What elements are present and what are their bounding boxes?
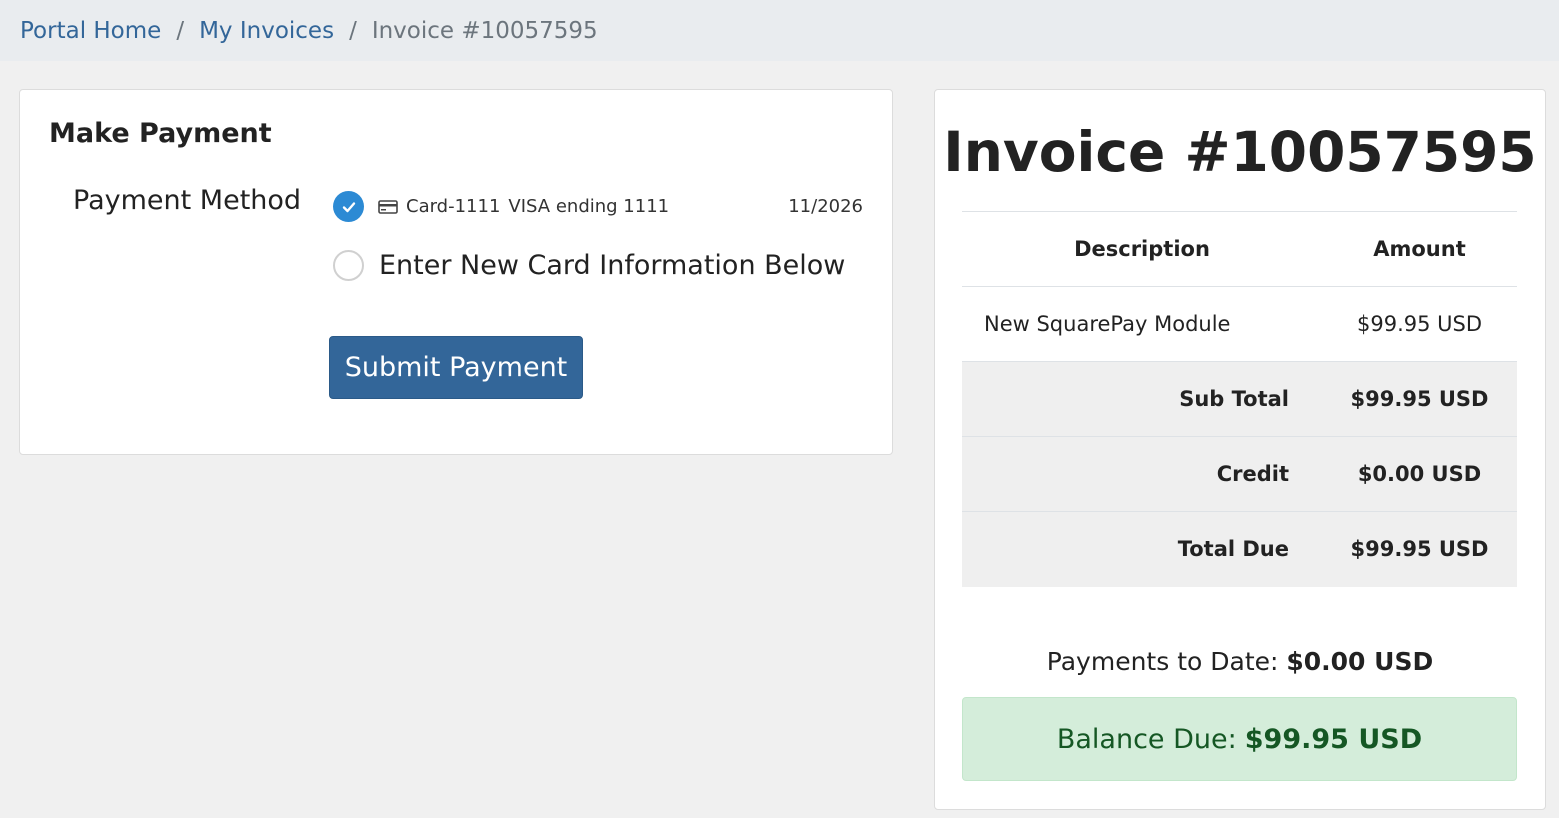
total-due-label: Total Due: [962, 511, 1322, 587]
saved-card-option[interactable]: Card-1111 VISA ending 1111 11/2026: [333, 191, 863, 222]
saved-card-expiry: 11/2026: [788, 196, 863, 217]
breadcrumb-separator: /: [349, 17, 357, 44]
new-card-label: Enter New Card Information Below: [379, 250, 846, 281]
breadcrumb-my-invoices[interactable]: My Invoices: [199, 18, 334, 44]
subtotal-row: Sub Total $99.95 USD: [962, 361, 1517, 437]
credit-row: Credit $0.00 USD: [962, 436, 1517, 512]
subtotal-amount: $99.95 USD: [1322, 361, 1517, 437]
balance-due-value: $99.95 USD: [1244, 723, 1423, 755]
payments-to-date-value: $0.00 USD: [1286, 647, 1434, 676]
payments-to-date: Payments to Date: $0.00 USD: [935, 647, 1545, 676]
item-description: New SquarePay Module: [962, 286, 1322, 362]
radio-checked-icon[interactable]: [333, 191, 364, 222]
saved-card-description: VISA ending 1111: [508, 196, 670, 217]
credit-label: Credit: [962, 436, 1322, 512]
column-header-description: Description: [962, 211, 1322, 287]
item-amount: $99.95 USD: [1322, 286, 1517, 362]
saved-card-name: Card-1111: [406, 196, 501, 217]
submit-payment-button[interactable]: Submit Payment: [329, 336, 583, 399]
table-header-row: Description Amount: [962, 211, 1517, 287]
subtotal-label: Sub Total: [962, 361, 1322, 437]
table-row: New SquarePay Module $99.95 USD: [962, 286, 1517, 362]
credit-card-icon: [378, 199, 398, 215]
breadcrumb-portal-home[interactable]: Portal Home: [20, 18, 161, 44]
invoice-summary-panel: Invoice #10057595 Description Amount New…: [934, 89, 1546, 810]
credit-amount: $0.00 USD: [1322, 436, 1517, 512]
breadcrumb-current: Invoice #10057595: [371, 17, 598, 44]
payment-method-label: Payment Method: [73, 185, 302, 216]
make-payment-title: Make Payment: [49, 118, 272, 149]
payments-to-date-label: Payments to Date:: [1046, 647, 1279, 676]
balance-due-label: Balance Due:: [1056, 723, 1237, 755]
column-header-amount: Amount: [1322, 211, 1517, 287]
breadcrumb-separator: /: [176, 17, 185, 44]
balance-due-alert: Balance Due: $99.95 USD: [962, 697, 1517, 781]
make-payment-panel: Make Payment Payment Method Card-1111 VI…: [19, 89, 893, 455]
breadcrumb: Portal Home / My Invoices / Invoice #100…: [0, 0, 1559, 61]
total-due-amount: $99.95 USD: [1322, 511, 1517, 587]
invoice-table: Description Amount New SquarePay Module …: [962, 211, 1517, 587]
total-due-row: Total Due $99.95 USD: [962, 511, 1517, 587]
invoice-title: Invoice #10057595: [943, 120, 1537, 184]
radio-unchecked-icon[interactable]: [333, 250, 364, 281]
new-card-option[interactable]: Enter New Card Information Below: [333, 250, 845, 281]
